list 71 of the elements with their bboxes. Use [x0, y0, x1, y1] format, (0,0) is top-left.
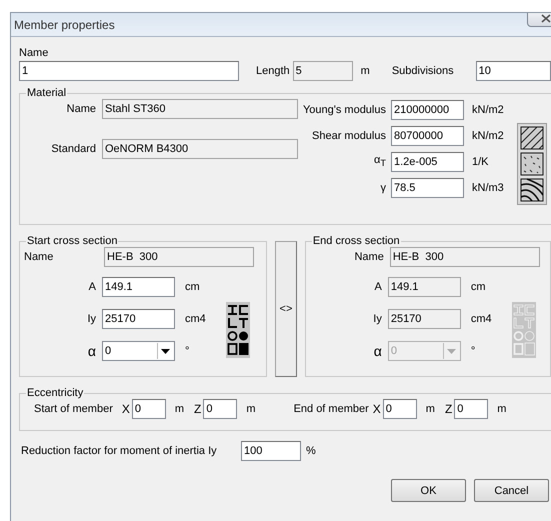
material-name-label: Name [66, 103, 96, 115]
unit-label: ° [185, 345, 190, 357]
standard-field[interactable]: OeNORM B4300 [102, 139, 298, 159]
unit-label: ° [470, 345, 476, 357]
hatch-patterns-icon[interactable] [517, 123, 547, 205]
axis-label: Z [444, 402, 452, 416]
section-field[interactable]: 25170 [102, 309, 175, 329]
section-name-field[interactable]: HE-B 300 [104, 247, 254, 267]
subdivisions-field[interactable]: 10 [476, 61, 551, 81]
offset-field[interactable]: 0 [454, 399, 488, 419]
unit-label: cm4 [470, 313, 493, 325]
axis-label: X [122, 402, 130, 416]
swap-button[interactable]: <> [275, 241, 297, 377]
unit-label: cm [185, 281, 201, 293]
unit-label: kN/m2 [472, 130, 505, 142]
section-field-label: Iy [86, 313, 96, 325]
window-title: Member properties [14, 18, 115, 32]
offset-field[interactable]: 0 [382, 399, 417, 419]
material-name-field[interactable]: Stahl ST360 [102, 99, 298, 119]
unit-label: m [426, 403, 435, 415]
offset-field[interactable]: 0 [203, 399, 238, 419]
angle-label: α [372, 343, 382, 359]
property-label: Young's modulus [302, 104, 386, 116]
name-field[interactable]: 1 [19, 61, 239, 81]
reduction-label: Reduction factor for moment of inertia Iy [21, 445, 218, 457]
unit-label: cm4 [185, 313, 207, 325]
unit-label: m [360, 65, 370, 77]
ok-button[interactable]: OK [391, 479, 466, 502]
member-end-label: Start of member [34, 403, 113, 415]
property-label: α$_{T}$ [373, 154, 386, 169]
property-field[interactable]: 78.5 [391, 178, 464, 198]
angle-dropdown[interactable]: 0 [102, 341, 175, 361]
close-icon [541, 14, 551, 22]
section-name-label: Name [24, 251, 54, 263]
axis-label: Z [194, 402, 202, 416]
group-title: End cross section [312, 235, 401, 247]
section-field-label: A [373, 281, 382, 293]
property-label: Shear modulus [311, 130, 386, 142]
member-end-label: End of member [294, 403, 369, 415]
unit-label: % [306, 445, 316, 457]
unit-label: m [246, 403, 256, 415]
unit-label: cm [470, 281, 486, 293]
unit-label: 1/K [472, 156, 490, 168]
section-field-label: Iy [372, 313, 382, 325]
property-field[interactable]: 1.2e-005 [391, 152, 464, 172]
caret-icon [161, 348, 170, 354]
property-field[interactable]: 80700000 [391, 126, 464, 146]
group-title: Start cross section [26, 235, 118, 247]
section-name-label: Name [353, 251, 385, 263]
unit-label: m [497, 403, 506, 415]
angle-label: α [86, 343, 96, 359]
unit-label: m [174, 403, 184, 415]
subdivisions-label: Subdivisions [392, 65, 454, 77]
cancel-button[interactable]: Cancel [474, 479, 549, 502]
standard-label: Standard [50, 143, 96, 155]
length-field[interactable]: 5 [292, 61, 353, 81]
section-field[interactable]: 149.1 [102, 277, 175, 297]
section-field-label: A [88, 281, 96, 293]
reduction-field[interactable]: 100 [241, 441, 301, 461]
name-label: Name [19, 47, 48, 59]
property-field[interactable]: 210000000 [391, 100, 464, 120]
offset-field[interactable]: 0 [132, 399, 166, 419]
profile-shapes-icon[interactable] [226, 302, 250, 358]
unit-label: kN/m3 [472, 182, 505, 194]
group-title: Material [26, 87, 68, 99]
length-label: Length [256, 65, 290, 77]
group-title: Eccentricity [26, 387, 84, 399]
property-label: γ [380, 182, 386, 194]
axis-label: X [372, 402, 381, 416]
unit-label: kN/m2 [472, 104, 505, 116]
caret-icon [446, 348, 456, 354]
